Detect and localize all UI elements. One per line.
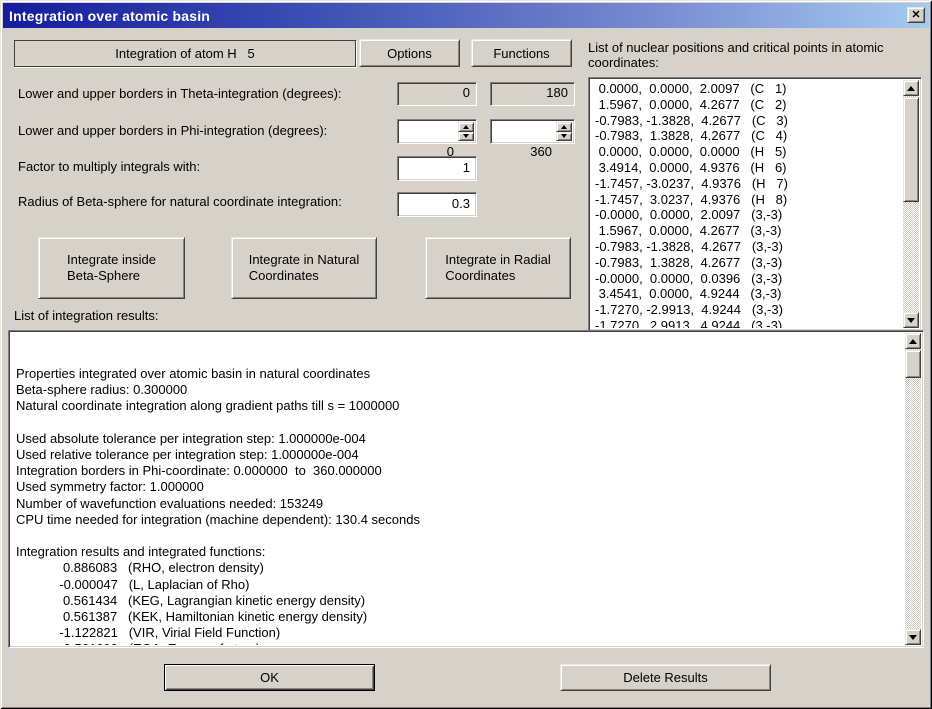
radius-field[interactable]: 0.3 (397, 192, 477, 217)
list-item[interactable]: 1.5967, 0.0000, 4.2677 (3,-3) (595, 223, 902, 239)
phi-borders-label: Lower and upper borders in Phi-integrati… (18, 123, 327, 138)
list-item[interactable]: -0.7983, -1.3828, 4.2677 (3,-3) (595, 239, 902, 255)
dialog-window: Integration over atomic basin ✕ Integrat… (0, 0, 932, 709)
theta-upper-field: 180 (490, 82, 575, 106)
spinner-down-button[interactable] (556, 132, 572, 142)
window-title: Integration over atomic basin (3, 8, 210, 24)
list-item[interactable]: 0.0000, 0.0000, 0.0000 (H 5) (595, 144, 902, 160)
list-item[interactable]: -0.7983, 1.3828, 4.2677 (3,-3) (595, 255, 902, 271)
atom-integration-label: Integration of atom H 5 (115, 46, 254, 61)
arrow-down-icon (909, 635, 917, 640)
spinner-up-icon (561, 125, 567, 129)
nuclear-positions-rows: 0.0000, 0.0000, 2.0097 (C 1) 1.5967, 0.0… (591, 80, 902, 328)
atom-integration-box: Integration of atom H 5 (14, 40, 356, 67)
scroll-thumb[interactable] (905, 350, 921, 378)
integrate-natural-label: Integrate in Natural Coordinates (249, 252, 360, 284)
factor-field[interactable]: 1 (397, 156, 477, 181)
list-item[interactable]: -0.0000, 0.0000, 2.0097 (3,-3) (595, 207, 902, 223)
listbox-scrollbar[interactable] (903, 80, 919, 328)
list-item[interactable]: 0.0000, 0.0000, 2.0097 (C 1) (595, 81, 902, 97)
options-button-label: Options (387, 46, 432, 61)
phi-upper-spinner[interactable]: 360 (490, 119, 575, 144)
phi-lower-spinner[interactable]: 0 (397, 119, 477, 144)
phi-upper-value: 360 (530, 144, 552, 159)
radius-label: Radius of Beta-sphere for natural coordi… (18, 194, 342, 209)
scroll-down-button[interactable] (905, 629, 921, 645)
arrow-down-icon (907, 318, 915, 323)
spinner-down-icon (463, 134, 469, 138)
integrate-beta-sphere-label: Integrate inside Beta-Sphere (67, 252, 156, 284)
arrow-up-icon (907, 86, 915, 91)
delete-results-label: Delete Results (623, 670, 708, 685)
results-scrollbar[interactable] (905, 333, 921, 645)
nuclear-positions-label: List of nuclear positions and critical p… (588, 40, 924, 70)
ok-button[interactable]: OK (164, 664, 375, 691)
list-item[interactable]: 3.4541, 0.0000, 4.9244 (3,-3) (595, 286, 902, 302)
spinner-up-button[interactable] (458, 122, 474, 132)
titlebar[interactable]: Integration over atomic basin ✕ (3, 3, 929, 28)
spinner-down-icon (561, 134, 567, 138)
nuclear-positions-listbox[interactable]: 0.0000, 0.0000, 2.0097 (C 1) 1.5967, 0.0… (588, 77, 922, 331)
integrate-radial-label: Integrate in Radial Coordinates (445, 252, 551, 284)
results-text: Properties integrated over atomic basin … (11, 363, 904, 645)
list-item[interactable]: -0.0000, 0.0000, 0.0396 (3,-3) (595, 271, 902, 287)
scroll-down-button[interactable] (903, 312, 919, 328)
theta-borders-label: Lower and upper borders in Theta-integra… (18, 86, 342, 101)
spinner-up-button[interactable] (556, 122, 572, 132)
phi-upper-spin-buttons (556, 122, 572, 141)
integrate-beta-sphere-button[interactable]: Integrate inside Beta-Sphere (38, 237, 185, 299)
ok-button-label: OK (260, 670, 279, 685)
scroll-up-button[interactable] (905, 333, 921, 349)
integration-results-label: List of integration results: (14, 308, 159, 323)
list-item[interactable]: -1.7270, 2.9913, 4.9244 (3,-3) (595, 318, 902, 328)
integration-results-box[interactable]: Properties integrated over atomic basin … (8, 330, 924, 648)
list-item[interactable]: 1.5967, 0.0000, 4.2677 (C 2) (595, 97, 902, 113)
integrate-natural-button[interactable]: Integrate in Natural Coordinates (231, 237, 377, 299)
delete-results-button[interactable]: Delete Results (560, 664, 771, 691)
close-icon: ✕ (911, 10, 920, 21)
phi-lower-spin-buttons (458, 122, 474, 141)
close-button[interactable]: ✕ (907, 7, 925, 23)
list-item[interactable]: -1.7270, -2.9913, 4.9244 (3,-3) (595, 302, 902, 318)
arrow-up-icon (909, 339, 917, 344)
functions-button[interactable]: Functions (471, 39, 572, 67)
theta-lower-field: 0 (397, 82, 477, 106)
scroll-thumb[interactable] (903, 97, 919, 202)
list-item[interactable]: -0.7983, -1.3828, 4.2677 (C 3) (595, 113, 902, 129)
factor-label: Factor to multiply integrals with: (18, 159, 200, 174)
list-item[interactable]: -1.7457, 3.0237, 4.9376 (H 8) (595, 192, 902, 208)
list-item[interactable]: -1.7457, -3.0237, 4.9376 (H 7) (595, 176, 902, 192)
scroll-up-button[interactable] (903, 80, 919, 96)
list-item[interactable]: -0.7983, 1.3828, 4.2677 (C 4) (595, 128, 902, 144)
spinner-down-button[interactable] (458, 132, 474, 142)
options-button[interactable]: Options (359, 39, 460, 67)
integrate-radial-button[interactable]: Integrate in Radial Coordinates (425, 237, 571, 299)
spinner-up-icon (463, 125, 469, 129)
list-item[interactable]: 3.4914, 0.0000, 4.9376 (H 6) (595, 160, 902, 176)
functions-button-label: Functions (493, 46, 549, 61)
